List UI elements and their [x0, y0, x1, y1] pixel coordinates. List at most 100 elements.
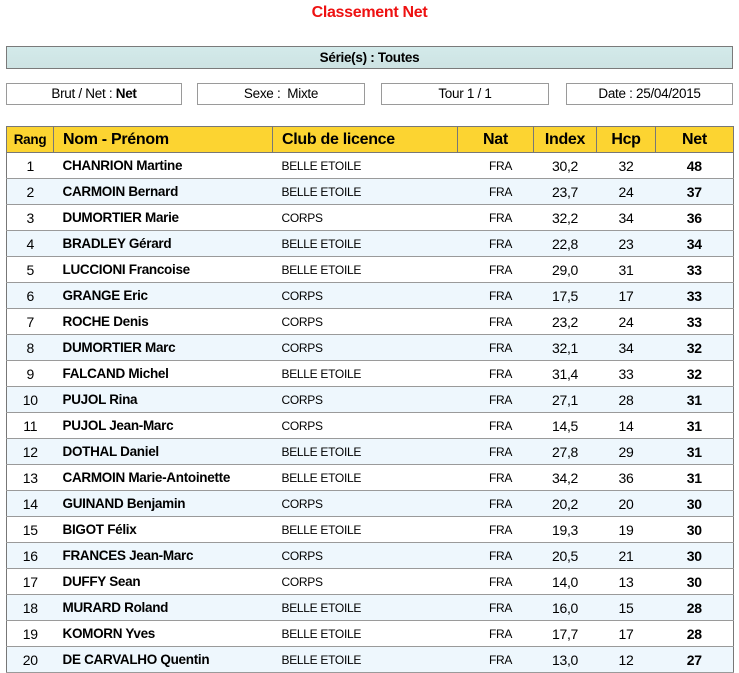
net-score-cell: 33	[655, 256, 734, 283]
net-score-cell: 48	[655, 152, 734, 179]
table-row: 15 BIGOT Félix BELLE ETOILE FRA 19,3 19 30	[6, 516, 734, 543]
rank-cell: 17	[6, 568, 54, 595]
net-score-cell: 32	[655, 334, 734, 361]
club-cell: CORPS	[272, 282, 458, 309]
net-score-cell: 30	[655, 516, 734, 543]
column-header-hcp: Hcp	[596, 126, 656, 153]
net-score-cell: 34	[655, 230, 734, 257]
net-score-cell: 31	[655, 386, 734, 413]
rank-cell: 19	[6, 620, 54, 647]
player-name-cell: MURARD Roland	[53, 594, 273, 621]
index-cell: 27,1	[533, 386, 597, 413]
player-name-cell: BRADLEY Gérard	[53, 230, 273, 257]
rank-cell: 4	[6, 230, 54, 257]
index-cell: 22,8	[533, 230, 597, 257]
handicap-cell: 36	[596, 464, 656, 491]
rank-cell: 8	[6, 334, 54, 361]
handicap-cell: 21	[596, 542, 656, 569]
net-score-cell: 33	[655, 308, 734, 335]
nationality-cell: FRA	[457, 230, 534, 257]
table-row: 6 GRANGE Eric CORPS FRA 17,5 17 33	[6, 282, 734, 309]
index-cell: 17,5	[533, 282, 597, 309]
index-cell: 30,2	[533, 152, 597, 179]
table-row: 1 CHANRION Martine BELLE ETOILE FRA 30,2 32 48	[6, 152, 734, 179]
nationality-cell: FRA	[457, 204, 534, 231]
handicap-cell: 33	[596, 360, 656, 387]
player-name-cell: FALCAND Michel	[53, 360, 273, 387]
index-cell: 20,5	[533, 542, 597, 569]
club-cell: CORPS	[272, 308, 458, 335]
club-cell: BELLE ETOILE	[272, 620, 458, 647]
handicap-cell: 17	[596, 282, 656, 309]
table-row: 19 KOMORN Yves BELLE ETOILE FRA 17,7 17 28	[6, 620, 734, 647]
club-cell: CORPS	[272, 204, 458, 231]
sexe-label: Sexe :	[243, 86, 288, 101]
rank-cell: 6	[6, 282, 54, 309]
handicap-cell: 12	[596, 646, 656, 673]
nationality-cell: FRA	[457, 594, 534, 621]
handicap-cell: 24	[596, 308, 656, 335]
net-score-cell: 31	[655, 412, 734, 439]
nationality-cell: FRA	[457, 178, 534, 205]
handicap-cell: 32	[596, 152, 656, 179]
club-cell: CORPS	[272, 542, 458, 569]
handicap-cell: 34	[596, 334, 656, 361]
index-cell: 19,3	[533, 516, 597, 543]
club-cell: BELLE ETOILE	[272, 646, 458, 673]
index-cell: 23,7	[533, 178, 597, 205]
rank-cell: 14	[6, 490, 54, 517]
handicap-cell: 28	[596, 386, 656, 413]
club-cell: CORPS	[272, 386, 458, 413]
player-name-cell: PUJOL Rina	[53, 386, 273, 413]
index-cell: 32,1	[533, 334, 597, 361]
nationality-cell: FRA	[457, 568, 534, 595]
nationality-cell: FRA	[457, 646, 534, 673]
handicap-cell: 17	[596, 620, 656, 647]
table-row: 7 ROCHE Denis CORPS FRA 23,2 24 33	[6, 308, 734, 335]
table-row: 14 GUINAND Benjamin CORPS FRA 20,2 20 30	[6, 490, 734, 517]
handicap-cell: 34	[596, 204, 656, 231]
table-row: 4 BRADLEY Gérard BELLE ETOILE FRA 22,8 23 34	[6, 230, 734, 257]
club-cell: BELLE ETOILE	[272, 230, 458, 257]
rank-cell: 20	[6, 646, 54, 673]
net-score-cell: 33	[655, 282, 734, 309]
net-score-cell: 30	[655, 568, 734, 595]
rank-cell: 16	[6, 542, 54, 569]
nationality-cell: FRA	[457, 152, 534, 179]
handicap-cell: 19	[596, 516, 656, 543]
handicap-cell: 20	[596, 490, 656, 517]
rank-cell: 13	[6, 464, 54, 491]
page-title: Classement Net	[311, 4, 428, 21]
handicap-cell: 23	[596, 230, 656, 257]
index-cell: 32,2	[533, 204, 597, 231]
club-cell: BELLE ETOILE	[272, 360, 458, 387]
player-name-cell: PUJOL Jean-Marc	[53, 412, 273, 439]
rank-cell: 10	[6, 386, 54, 413]
nationality-cell: FRA	[457, 308, 534, 335]
net-score-cell: 30	[655, 542, 734, 569]
column-header-nat: Nat	[457, 126, 534, 153]
rank-cell: 12	[6, 438, 54, 465]
table-row: 8 DUMORTIER Marc CORPS FRA 32,1 34 32	[6, 334, 734, 361]
handicap-cell: 13	[596, 568, 656, 595]
brut-net-value: Net	[115, 86, 137, 101]
player-name-cell: BIGOT Félix	[53, 516, 273, 543]
net-score-cell: 31	[655, 438, 734, 465]
player-name-cell: CHANRION Martine	[53, 152, 273, 179]
index-cell: 34,2	[533, 464, 597, 491]
player-name-cell: GRANGE Eric	[53, 282, 273, 309]
nationality-cell: FRA	[457, 282, 534, 309]
column-header-net: Net	[655, 126, 734, 153]
nationality-cell: FRA	[457, 386, 534, 413]
results-table: Rang Nom - Prénom Club de licence Nat In…	[6, 126, 734, 673]
rank-cell: 7	[6, 308, 54, 335]
net-score-cell: 32	[655, 360, 734, 387]
index-cell: 13,0	[533, 646, 597, 673]
player-name-cell: ROCHE Denis	[53, 308, 273, 335]
table-row: 13 CARMOIN Marie-Antoinette BELLE ETOILE FR…	[6, 464, 734, 491]
player-name-cell: CARMOIN Bernard	[53, 178, 273, 205]
table-row: 16 FRANCES Jean-Marc CORPS FRA 20,5 21 30	[6, 542, 734, 569]
player-name-cell: DUMORTIER Marie	[53, 204, 273, 231]
sexe-filter: Sexe : Mixte	[197, 83, 365, 105]
club-cell: BELLE ETOILE	[272, 464, 458, 491]
